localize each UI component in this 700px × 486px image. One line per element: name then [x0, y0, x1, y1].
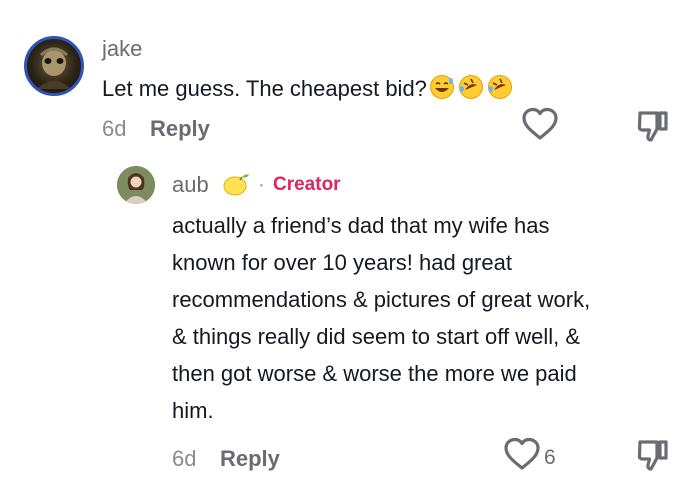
reply-text-line: actually a friend’s dad that my wife has — [172, 213, 550, 238]
lemon-emoji-icon — [220, 168, 252, 205]
thumbs-down-icon — [637, 111, 668, 142]
heart-icon — [522, 107, 558, 140]
reply-text-line: known for over 10 years! had great — [172, 250, 512, 275]
reply-text-line: then got worse & worse the more we paid — [172, 361, 577, 386]
avatar[interactable] — [24, 36, 84, 96]
reply-text: actually a friend’s dad that my wife has… — [172, 207, 672, 429]
avatar-image — [37, 47, 71, 89]
reply-text-line: & things really did seem to start off we… — [172, 324, 580, 349]
separator-dot: · — [258, 174, 265, 196]
reply-like-button[interactable] — [502, 436, 542, 477]
heart-icon — [504, 437, 540, 470]
comment-username[interactable]: jake — [102, 36, 142, 62]
reply-avatar[interactable] — [117, 166, 155, 204]
rofl-emoji-icon — [457, 74, 485, 111]
thumbs-down-icon — [637, 440, 668, 471]
reply-button[interactable]: Reply — [150, 116, 210, 142]
reply-dislike-button[interactable] — [636, 438, 670, 477]
reply-text-line: him. — [172, 398, 214, 423]
reply-username[interactable]: aub — [172, 172, 209, 198]
reply-text-line: recommendations & pictures of great work… — [172, 287, 591, 312]
reply-reply-button[interactable]: Reply — [220, 446, 280, 472]
like-count: 6 — [544, 446, 556, 469]
rofl-emoji-icon — [486, 74, 514, 111]
reply-timestamp: 6d — [172, 446, 197, 471]
grinning-sweat-emoji-icon — [428, 74, 456, 111]
creator-badge: Creator — [273, 174, 341, 195]
comment-timestamp: 6d — [102, 116, 127, 141]
comment-text: Let me guess. The cheapest bid? — [102, 70, 514, 111]
reply-avatar-image — [117, 166, 155, 204]
like-button[interactable] — [520, 106, 560, 147]
dislike-button[interactable] — [636, 109, 670, 148]
comment-body: Let me guess. The cheapest bid? — [102, 76, 427, 101]
